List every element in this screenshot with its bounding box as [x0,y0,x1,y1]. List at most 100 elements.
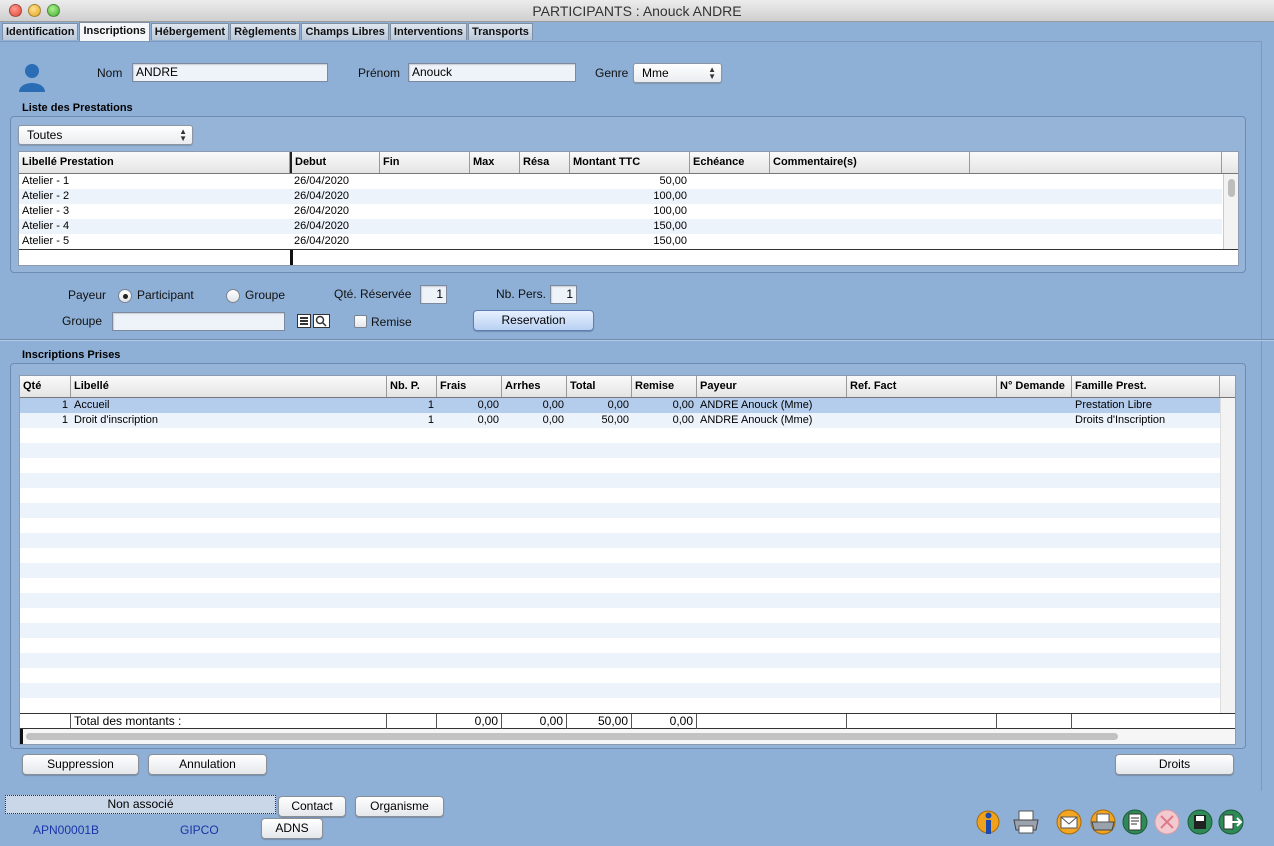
col-empty [970,152,1222,173]
cell-libelle: Atelier - 4 [22,220,70,232]
tab-inscriptions[interactable]: Inscriptions [79,22,150,41]
multi-print-icon[interactable] [1089,808,1117,836]
list-icon[interactable] [297,314,311,328]
window-titlebar: PARTICIPANTS : Anouck ANDRE [0,0,1274,22]
cell-debut: 26/04/2020 [294,205,350,217]
col-fin[interactable]: Fin [380,152,470,173]
nom-label: Nom [97,66,123,80]
mail-icon[interactable] [1055,808,1083,836]
cell-nbp: 1 [427,414,434,426]
payeur-participant-radio[interactable] [118,289,132,303]
inscriptions-title: Inscriptions Prises [22,349,121,361]
col-demande[interactable]: N° Demande [997,376,1072,397]
col-montant[interactable]: Montant TTC [570,152,690,173]
tab-champs-libres[interactable]: Champs Libres [301,23,389,40]
col-libelle[interactable]: Libellé [71,376,387,397]
cell-famille: Droits d'Inscription [1075,414,1166,426]
remise-label[interactable]: Remise [371,315,412,329]
col-debut[interactable]: Debut [290,152,380,173]
cell-payeur: ANDRE Anouck (Mme) [700,399,813,411]
table-row[interactable]: Atelier - 4 26/04/2020 150,00 [19,219,1222,234]
table-row[interactable]: 1 Droit d'inscription 1 0,00 0,00 50,00 … [20,413,1220,428]
col-libelle[interactable]: Libellé Prestation [19,152,290,173]
prestations-scrollbar[interactable] [1223,174,1238,249]
col-ref-fact[interactable]: Ref. Fact [847,376,997,397]
scrollbar-thumb[interactable] [1228,179,1235,197]
col-commentaires[interactable]: Commentaire(s) [770,152,970,173]
horizontal-scrollbar[interactable] [20,729,1235,744]
organisme-button[interactable]: Organisme [355,796,444,817]
col-famille[interactable]: Famille Prest. [1072,376,1220,397]
tab-identification[interactable]: Identification [2,23,79,40]
col-resa[interactable]: Résa [520,152,570,173]
reservation-button[interactable]: Reservation [473,310,594,331]
cell-famille: Prestation Libre [1075,399,1153,411]
exit-icon[interactable] [1217,808,1245,836]
col-echeance[interactable]: Echéance [690,152,770,173]
payeur-groupe-radio[interactable] [226,289,240,303]
nom-field[interactable]: ANDRE [132,63,328,82]
payeur-groupe-label[interactable]: Groupe [245,288,285,302]
export-icon[interactable] [1121,808,1149,836]
droits-button[interactable]: Droits [1115,754,1234,775]
contact-button[interactable]: Contact [278,796,346,817]
tab-transports[interactable]: Transports [468,23,533,40]
scrollbar-thumb[interactable] [26,733,1118,740]
cell-demande [997,398,1072,413]
totals-cell-empty [697,714,847,729]
tab-interventions[interactable]: Interventions [389,23,467,40]
col-qte[interactable]: Qté [20,376,71,397]
nbpers-field[interactable]: 1 [550,285,577,304]
save-icon[interactable] [1186,808,1214,836]
suppression-button[interactable]: Suppression [22,754,139,775]
table-row[interactable]: Atelier - 1 26/04/2020 50,00 [19,174,1222,189]
column-splitter[interactable] [290,250,293,265]
prenom-field[interactable]: Anouck [408,63,576,82]
col-max[interactable]: Max [470,152,520,173]
table-row[interactable]: 1 Accueil 1 0,00 0,00 0,00 0,00 ANDRE An… [20,398,1220,413]
genre-select[interactable]: Mme ▲ ▼ [633,63,722,83]
cell-ref-fact [847,413,997,428]
totals-cell-empty [847,714,997,729]
totals-arrhes: 0,00 [502,714,567,729]
col-total[interactable]: Total [567,376,632,397]
genre-label: Genre [595,66,629,80]
disabled-icon[interactable] [1153,808,1181,836]
prestations-rows: Atelier - 1 26/04/2020 50,00 Atelier - 2… [19,174,1222,249]
col-remise[interactable]: Remise [632,376,697,397]
table-row[interactable]: Atelier - 3 26/04/2020 100,00 [19,204,1222,219]
adns-button[interactable]: ADNS [261,818,323,839]
annulation-button[interactable]: Annulation [148,754,267,775]
payeur-participant-label[interactable]: Participant [137,288,194,302]
remise-checkbox[interactable] [354,315,367,328]
printer-icon[interactable] [1012,808,1040,836]
prestations-filter-select[interactable]: Toutes ▲ ▼ [18,125,193,145]
qte-field[interactable]: 1 [420,285,447,304]
table-row[interactable]: Atelier - 2 26/04/2020 100,00 [19,189,1222,204]
cell-qte: 1 [61,414,68,426]
search-icon[interactable] [313,314,330,328]
tab-hebergement[interactable]: Hébergement [150,23,230,40]
table-row[interactable]: Atelier - 5 26/04/2020 150,00 [19,234,1222,249]
info-icon[interactable] [974,808,1002,836]
cell-payeur: ANDRE Anouck (Mme) [700,414,813,426]
totals-cell-empty [387,714,437,729]
cell-libelle: Atelier - 1 [22,175,70,187]
cell-debut: 26/04/2020 [294,235,350,247]
cell-montant: 100,00 [653,190,687,202]
col-nbp[interactable]: Nb. P. [387,376,437,397]
col-arrhes[interactable]: Arrhes [502,376,567,397]
cell-montant: 50,00 [659,175,687,187]
col-payeur[interactable]: Payeur [697,376,847,397]
cell-montant: 100,00 [653,205,687,217]
tab-reglements[interactable]: Règlements [230,23,301,40]
inscriptions-scrollbar[interactable] [1220,398,1235,713]
totals-remise: 0,00 [632,714,697,729]
organisme-code: GIPCO [180,823,219,837]
groupe-field[interactable] [112,312,285,331]
cell-debut: 26/04/2020 [294,175,350,187]
nbpers-label: Nb. Pers. [496,287,547,301]
column-splitter[interactable] [20,729,23,744]
col-frais[interactable]: Frais [437,376,502,397]
association-status: Non associé [5,795,276,814]
